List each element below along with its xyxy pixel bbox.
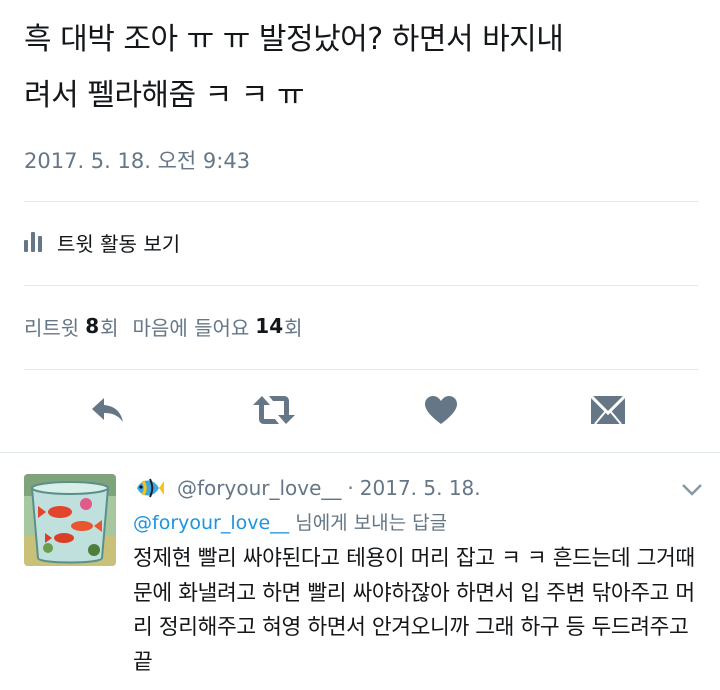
tropical-fish-icon xyxy=(133,475,165,501)
reply-separator: · xyxy=(347,476,354,500)
tweet-activity-label: 트윗 활동 보기 xyxy=(57,231,181,256)
reply-to-suffix: 님에게 보내는 답글 xyxy=(289,512,448,534)
replying-to: @foryour_love__ 님에게 보내는 답글 xyxy=(133,508,447,535)
reply-to-mention[interactable]: @foryour_love__ xyxy=(133,512,289,534)
retweet-button[interactable] xyxy=(250,386,298,434)
reply-icon xyxy=(92,398,123,422)
retweets-stat[interactable]: 리트윗 8 회 xyxy=(24,312,119,341)
divider xyxy=(24,201,698,202)
reply-date[interactable]: 2017. 5. 18. xyxy=(360,476,481,500)
retweet-icon xyxy=(253,396,295,424)
heart-icon xyxy=(425,396,457,424)
divider xyxy=(24,369,698,370)
likes-suffix: 회 xyxy=(284,315,303,340)
likes-label: 마음에 들어요 xyxy=(132,315,250,340)
reply-header: @foryour_love__ · 2017. 5. 18. xyxy=(133,470,703,506)
reply-handle[interactable]: @foryour_love__ xyxy=(177,476,341,500)
retweets-suffix: 회 xyxy=(100,315,119,340)
reply-text: 정제현 빨리 싸야된다고 테용이 머리 잡고 ㅋ ㅋ 흔드는데 그거때문에 화낼… xyxy=(133,546,695,675)
likes-stat[interactable]: 마음에 들어요 14 회 xyxy=(133,312,303,341)
retweets-count: 8 xyxy=(85,314,100,338)
chevron-down-icon[interactable] xyxy=(681,478,703,502)
divider xyxy=(24,285,698,286)
tweet-text: 흑 대박 조아 ㅠ ㅠ 발정났어? 하면서 바지내 려서 펠라해줌 ㅋ ㅋ ㅠ xyxy=(24,22,564,113)
envelope-icon xyxy=(590,395,626,425)
tweet-activity-button[interactable]: 트윗 활동 보기 xyxy=(24,222,180,262)
tweet-stats: 리트윗 8 회 마음에 들어요 14 회 xyxy=(24,306,317,346)
reply-button[interactable] xyxy=(84,386,132,434)
tweet-timestamp[interactable]: 2017. 5. 18. 오전 9:43 xyxy=(24,145,250,175)
divider xyxy=(0,452,720,453)
direct-message-button[interactable] xyxy=(584,386,632,434)
retweets-label: 리트윗 xyxy=(24,315,80,340)
avatar[interactable] xyxy=(24,474,116,566)
like-button[interactable] xyxy=(417,386,465,434)
likes-count: 14 xyxy=(255,314,284,338)
bar-chart-icon xyxy=(24,232,45,252)
tweet-actions xyxy=(0,386,720,434)
